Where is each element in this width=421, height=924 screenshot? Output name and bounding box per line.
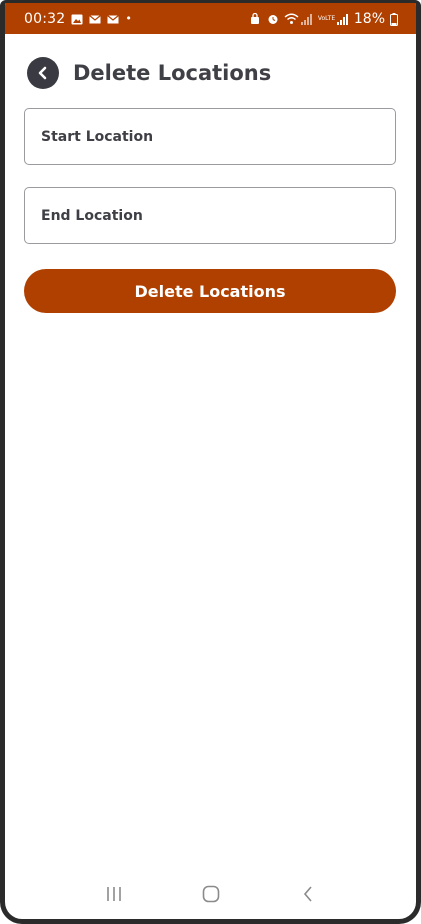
start-location-field[interactable] [24,108,396,165]
phone-frame: 00:32 • VoLTE 18% Delete Locations Start… [0,0,421,924]
recent-apps-button[interactable] [94,879,134,909]
delete-locations-button[interactable]: Delete Locations [24,269,396,313]
volte-label: VoLTE [317,15,336,22]
wifi-icon [284,13,299,24]
home-button[interactable] [191,879,231,909]
mail-icon [89,13,102,24]
end-location-input[interactable] [41,188,395,243]
system-nav-bar [5,869,416,919]
battery-percent: 18% [353,10,385,27]
sim-lock-icon [250,12,262,24]
status-bar: 00:32 • VoLTE 18% [5,3,416,34]
nav-back-button[interactable] [288,879,328,909]
notification-dot: • [125,12,132,25]
gallery-icon [71,13,83,25]
signal-icon [300,13,313,25]
page-header: Delete Locations [27,57,271,89]
mail-icon [107,13,120,24]
alarm-icon [267,13,279,24]
signal-icon [336,13,349,25]
nav-back-icon [303,886,312,902]
back-button[interactable] [27,57,59,89]
recent-apps-icon [106,887,121,901]
status-time: 00:32 [24,10,66,27]
chevron-left-icon [38,66,47,80]
page-title: Delete Locations [73,61,272,85]
end-location-field[interactable] [24,187,396,244]
home-icon [202,885,219,903]
start-location-input[interactable] [41,109,395,164]
battery-icon [390,13,402,26]
